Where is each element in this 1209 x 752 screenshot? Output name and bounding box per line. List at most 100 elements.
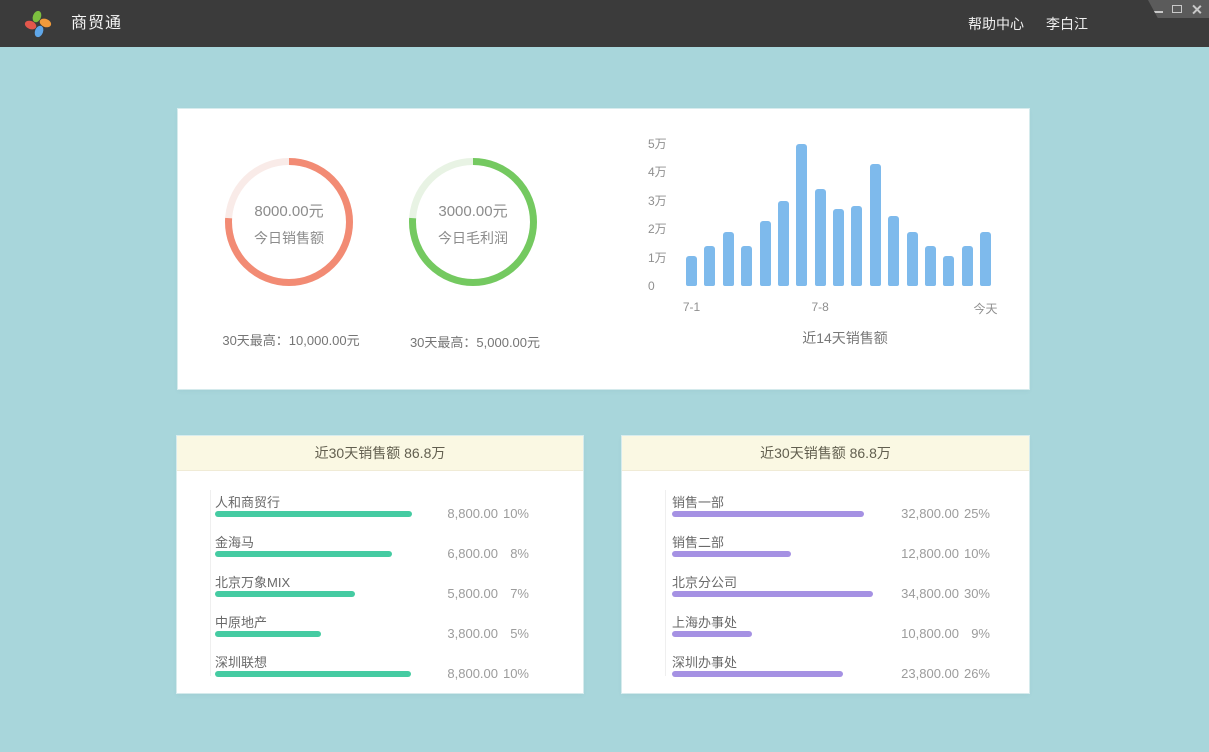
y-axis-label: 3万 <box>648 193 688 209</box>
customer-card-title: 近30天销售额 86.8万 <box>177 436 583 471</box>
department-sales-card: 近30天销售额 86.8万 销售一部 32,800.0025% 销售二部 12,800… <box>622 436 1029 693</box>
row-amount: 32,800.00 <box>871 506 959 521</box>
row-amount: 10,800.00 <box>871 626 959 641</box>
row-bar <box>672 591 873 597</box>
bar-chart-title: 近14天销售额 <box>735 328 955 348</box>
user-menu[interactable]: 李白江 <box>1046 14 1088 34</box>
titlebar-menu: 帮助中心 李白江 <box>968 0 1088 47</box>
list-item: 北京分公司 34,800.0030% <box>672 572 990 612</box>
row-percent: 26% <box>959 666 990 681</box>
row-label: 金海马 <box>215 532 254 551</box>
bar <box>907 232 918 286</box>
list-item: 深圳办事处 23,800.0026% <box>672 652 990 692</box>
summary-card: 8000.00元 今日销售额 30天最高：10,000.00元 3000.00元… <box>178 109 1029 389</box>
row-amount: 5,800.00 <box>410 586 498 601</box>
y-axis-label: 1万 <box>648 250 688 266</box>
row-bar <box>215 511 412 517</box>
row-bar <box>672 551 791 557</box>
titlebar: 商贸通 帮助中心 李白江 <box>0 0 1209 47</box>
app-logo-pinwheel-icon <box>23 8 53 40</box>
row-percent: 5% <box>498 626 529 641</box>
row-percent: 8% <box>498 546 529 561</box>
bar <box>778 201 789 286</box>
daily-sales-bar-chart <box>686 144 991 286</box>
row-label: 北京万象MIX <box>215 572 290 591</box>
row-label: 北京分公司 <box>672 572 737 591</box>
row-amount: 8,800.00 <box>410 666 498 681</box>
y-axis-label: 5万 <box>648 136 688 152</box>
bar <box>815 189 826 286</box>
today-profit-value: 3000.00元 <box>405 200 541 221</box>
row-amount: 34,800.00 <box>871 586 959 601</box>
bar <box>704 246 715 286</box>
row-bar <box>215 591 355 597</box>
profit-30day-max: 30天最高：5,000.00元 <box>375 332 575 351</box>
close-icon[interactable] <box>1191 4 1201 14</box>
row-bar <box>215 631 321 637</box>
list-item: 销售二部 12,800.0010% <box>672 532 990 572</box>
row-label: 深圳联想 <box>215 652 267 671</box>
axis-line <box>210 490 211 676</box>
department-card-title: 近30天销售额 86.8万 <box>622 436 1029 471</box>
row-amount: 23,800.00 <box>871 666 959 681</box>
row-label: 中原地产 <box>215 612 267 631</box>
y-axis-label: 4万 <box>648 164 688 180</box>
row-values: 6,800.008% <box>410 546 529 561</box>
row-label: 销售二部 <box>672 532 724 551</box>
row-values: 10,800.009% <box>871 626 990 641</box>
list-item: 中原地产 3,800.005% <box>215 612 529 652</box>
app-title: 商贸通 <box>71 0 122 47</box>
y-axis-label: 0 <box>648 278 688 294</box>
row-amount: 3,800.00 <box>410 626 498 641</box>
row-percent: 30% <box>959 586 990 601</box>
window-controls <box>1148 0 1209 18</box>
maximize-icon[interactable] <box>1172 5 1182 13</box>
bar <box>796 144 807 286</box>
bar <box>723 232 734 286</box>
row-bar <box>672 631 752 637</box>
y-axis-label: 2万 <box>648 221 688 237</box>
department-list: 销售一部 32,800.0025% 销售二部 12,800.0010% 北京分公司 34,… <box>622 471 1029 692</box>
row-bar <box>672 671 843 677</box>
row-values: 12,800.0010% <box>871 546 990 561</box>
help-center-link[interactable]: 帮助中心 <box>968 14 1024 34</box>
row-percent: 9% <box>959 626 990 641</box>
row-label: 深圳办事处 <box>672 652 737 671</box>
row-bar <box>215 671 411 677</box>
row-percent: 10% <box>498 666 529 681</box>
row-values: 8,800.0010% <box>410 506 529 521</box>
x-axis-label: 7-8 <box>795 300 845 314</box>
today-sales-donut: 8000.00元 今日销售额 <box>221 154 357 290</box>
bar <box>943 256 954 286</box>
x-axis-label: 7-1 <box>667 300 717 314</box>
bar <box>888 216 899 286</box>
row-percent: 7% <box>498 586 529 601</box>
today-sales-value: 8000.00元 <box>221 200 357 221</box>
row-label: 人和商贸行 <box>215 492 280 511</box>
today-sales-label: 今日销售额 <box>221 228 357 248</box>
row-values: 3,800.005% <box>410 626 529 641</box>
bar <box>980 232 991 286</box>
row-bar <box>215 551 392 557</box>
row-amount: 8,800.00 <box>410 506 498 521</box>
row-percent: 10% <box>498 506 529 521</box>
bar <box>741 246 752 286</box>
row-amount: 6,800.00 <box>410 546 498 561</box>
bar <box>925 246 936 286</box>
bar <box>851 206 862 286</box>
list-item: 人和商贸行 8,800.0010% <box>215 492 529 532</box>
row-values: 34,800.0030% <box>871 586 990 601</box>
list-item: 金海马 6,800.008% <box>215 532 529 572</box>
customer-sales-card: 近30天销售额 86.8万 人和商贸行8,800.0010%金海马6,800.0… <box>177 436 583 693</box>
minimize-icon[interactable] <box>1154 11 1163 13</box>
list-item: 销售一部 32,800.0025% <box>672 492 990 532</box>
row-bar <box>672 511 864 517</box>
list-item: 上海办事处 10,800.009% <box>672 612 990 652</box>
row-values: 8,800.0010% <box>410 666 529 681</box>
row-label: 销售一部 <box>672 492 724 511</box>
row-label: 上海办事处 <box>672 612 737 631</box>
row-percent: 25% <box>959 506 990 521</box>
bar <box>962 246 973 286</box>
row-percent: 10% <box>959 546 990 561</box>
customer-list: 人和商贸行8,800.0010%金海马6,800.008%北京万象MIX5,80… <box>177 471 583 692</box>
